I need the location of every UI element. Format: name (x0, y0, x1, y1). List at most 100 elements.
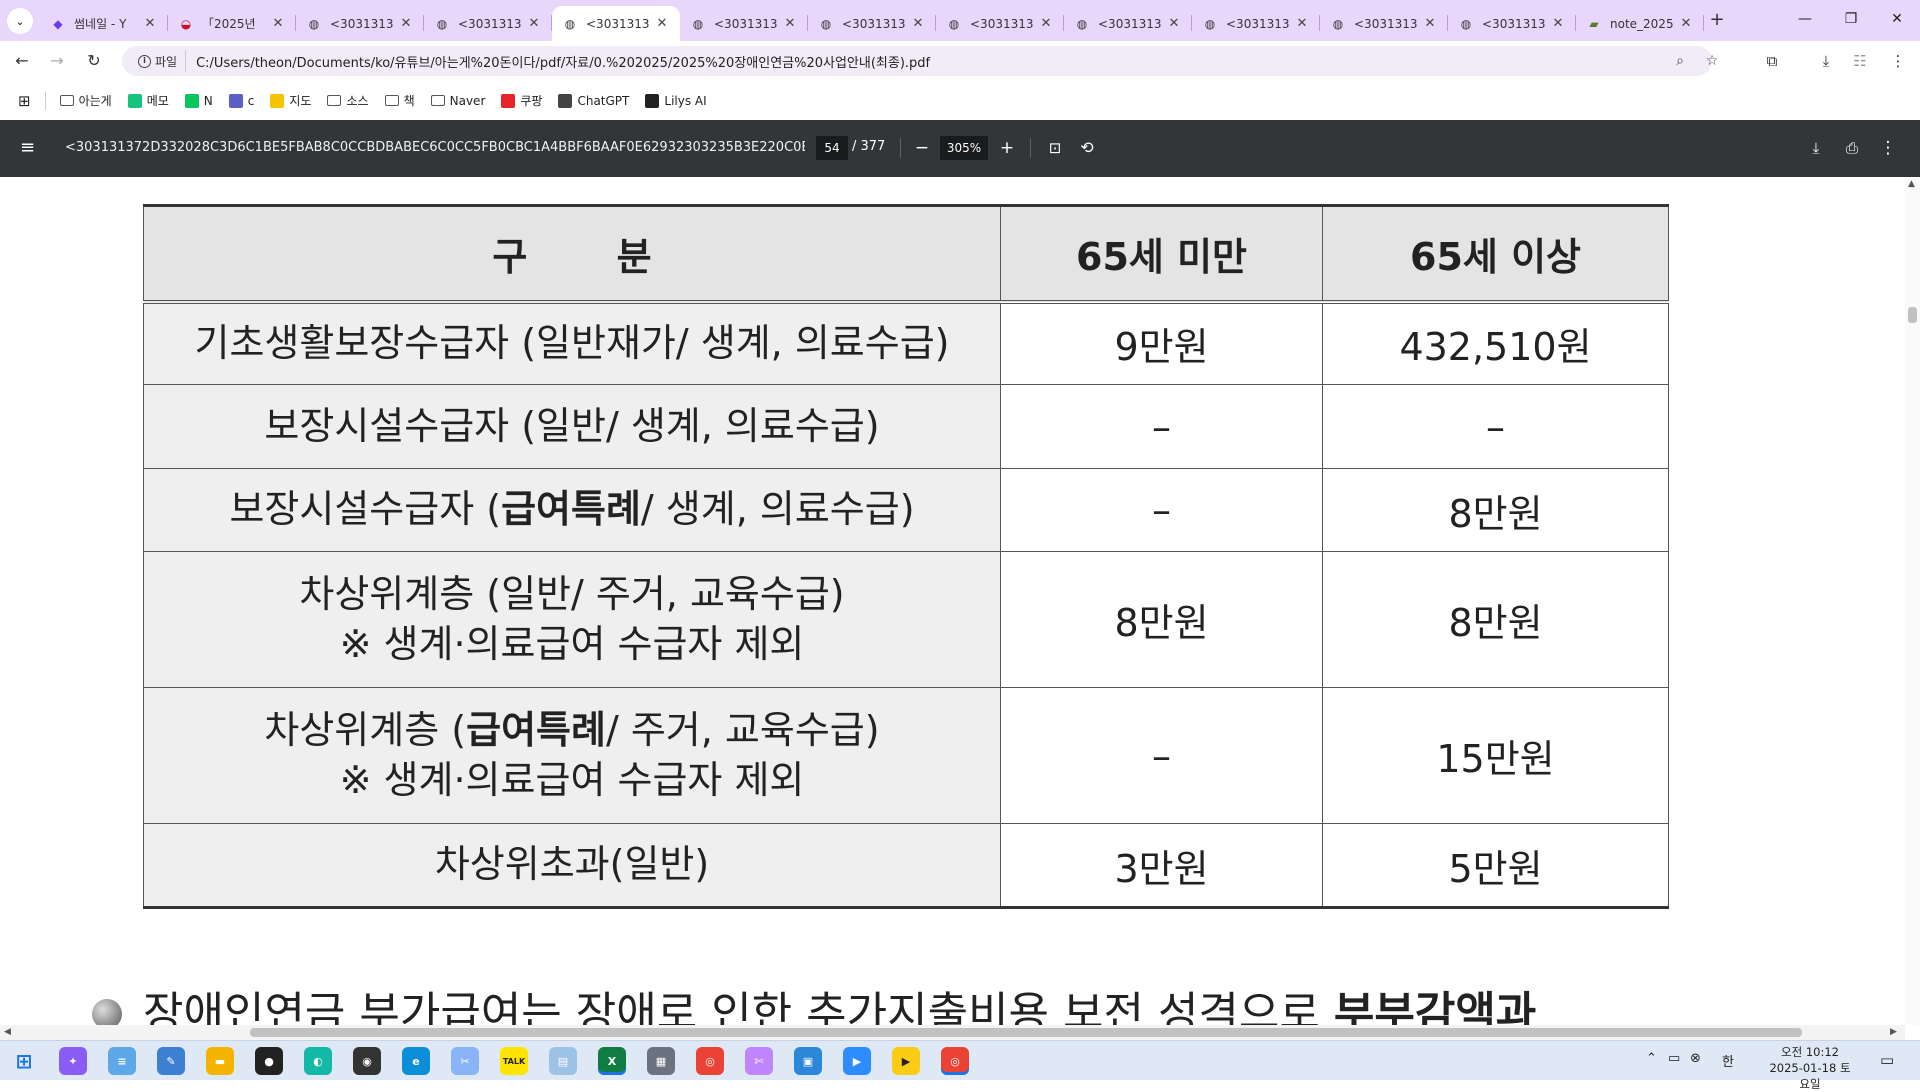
bookmark-1[interactable]: 메모 (127, 92, 169, 109)
copilot-icon[interactable]: ✦ (59, 1047, 87, 1075)
profile-icon[interactable]: ☷ (1846, 47, 1874, 75)
tab-close-icon[interactable]: ✕ (270, 16, 286, 31)
tab-1[interactable]: ◒ 「2025년 ✕ (168, 6, 296, 41)
print-icon[interactable]: ⎙ (1840, 136, 1864, 160)
bookmark-7[interactable]: Naver (430, 94, 485, 108)
tab-close-icon[interactable]: ✕ (398, 16, 414, 31)
bookmark-8[interactable]: 쿠팡 (501, 92, 542, 109)
scroll-right-arrow-icon[interactable]: ▶ (1890, 1027, 1897, 1037)
chrome-icon[interactable]: ◎ (696, 1047, 724, 1075)
horizontal-scrollbar[interactable]: ◀ ▶ (0, 1025, 1905, 1040)
clock[interactable]: 오전 10:12 2025-01-18 토요일 (1768, 1044, 1852, 1092)
tab-close-icon[interactable]: ✕ (526, 16, 542, 31)
bookmark-6[interactable]: 책 (384, 92, 415, 109)
bookmark-5[interactable]: 소스 (327, 92, 369, 109)
files-icon[interactable]: ≡ (108, 1047, 136, 1075)
paper-icon[interactable]: ▤ (549, 1047, 577, 1075)
store-icon[interactable]: ▣ (794, 1047, 822, 1075)
zoom-out-button[interactable]: − (910, 136, 934, 160)
extensions-icon[interactable]: ⧉ (1758, 47, 1786, 75)
rotate-icon[interactable]: ⟲ (1075, 136, 1099, 160)
horizontal-scroll-thumb[interactable] (250, 1028, 1802, 1037)
tray-device-icon[interactable]: ▭ (1668, 1051, 1680, 1066)
tab-close-icon[interactable]: ✕ (1038, 16, 1054, 31)
file-explorer-icon[interactable]: ▬ (206, 1047, 234, 1075)
player-icon[interactable]: ▶ (892, 1047, 920, 1075)
category-label: 차상위계층 (일반/ 주거, 교육수급) (144, 570, 1000, 619)
calculator-icon[interactable]: ▦ (647, 1047, 675, 1075)
tab-close-icon[interactable]: ✕ (1422, 16, 1438, 31)
tab-5[interactable]: ◍ <3031313 ✕ (680, 6, 808, 41)
tab-2[interactable]: ◍ <3031313 ✕ (296, 6, 424, 41)
close-window-button[interactable]: ✕ (1874, 0, 1920, 41)
page-number-input[interactable]: 54 (816, 136, 848, 160)
bookmark-2[interactable]: N (184, 93, 213, 108)
excel-icon[interactable]: X (598, 1047, 626, 1075)
site-info-chip[interactable]: i 파일 (130, 50, 187, 72)
bookmark-10[interactable]: Lilys AI (645, 93, 707, 108)
tab-3[interactable]: ◍ <3031313 ✕ (424, 6, 552, 41)
record-icon[interactable]: ● (255, 1047, 283, 1075)
tool-icon[interactable]: ✂ (451, 1047, 479, 1075)
ime-indicator[interactable]: 한 (1722, 1051, 1734, 1070)
tab-7[interactable]: ◍ <3031313 ✕ (936, 6, 1064, 41)
tab-10[interactable]: ◍ <3031313 ✕ (1320, 6, 1448, 41)
fit-page-icon[interactable]: ⊡ (1043, 136, 1067, 160)
tab-close-icon[interactable]: ✕ (1550, 16, 1566, 31)
zoom-icon[interactable]: ▶ (843, 1047, 871, 1075)
notepad-icon[interactable]: ✎ (157, 1047, 185, 1075)
tab-8[interactable]: ◍ <3031313 ✕ (1064, 6, 1192, 41)
davinci-icon[interactable]: ◉ (353, 1047, 381, 1075)
clipchamp-icon[interactable]: ◐ (304, 1047, 332, 1075)
tab-9[interactable]: ◍ <3031313 ✕ (1192, 6, 1320, 41)
minimize-button[interactable]: — (1782, 0, 1828, 41)
forward-button[interactable]: → (43, 47, 71, 75)
tab-4[interactable]: ◍ <3031313 ✕ (552, 6, 680, 41)
bookmark-star-icon[interactable]: ☆ (1698, 46, 1726, 76)
tab-6[interactable]: ◍ <3031313 ✕ (808, 6, 936, 41)
edge-icon[interactable]: e (402, 1047, 430, 1075)
address-bar[interactable]: i 파일 C:/Users/theon/Documents/ko/유튜브/아는게… (122, 46, 1718, 76)
tab-search-button[interactable]: ⌄ (7, 8, 33, 34)
tab-close-icon[interactable]: ✕ (1166, 16, 1182, 31)
tab-close-icon[interactable]: ✕ (782, 16, 798, 31)
tab-close-icon[interactable]: ✕ (910, 16, 926, 31)
tray-mute-icon[interactable]: ⊗ (1690, 1051, 1701, 1066)
pdf-more-icon[interactable]: ⋮ (1876, 136, 1900, 160)
notification-icon[interactable]: ▭ (1880, 1051, 1894, 1069)
tab-close-icon[interactable]: ✕ (142, 16, 158, 31)
restore-button[interactable]: ❐ (1828, 0, 1874, 41)
sidebar-menu-icon[interactable]: ≡ (20, 138, 35, 158)
kakaotalk-icon[interactable]: TALK (500, 1047, 528, 1075)
download-icon[interactable]: ⤓ (1812, 47, 1840, 75)
tray-chevron-icon[interactable]: ⌃ (1646, 1051, 1657, 1066)
tab-close-icon[interactable]: ✕ (1678, 16, 1694, 31)
snipping-icon[interactable]: ✄ (745, 1047, 773, 1075)
tab-0[interactable]: ◆ 썸네일 - Y ✕ (40, 6, 168, 41)
bookmark-3[interactable]: c (228, 93, 254, 108)
bookmark-0[interactable]: 아는게 (59, 92, 112, 109)
bookmark-9[interactable]: ChatGPT (558, 93, 629, 108)
vertical-scroll-thumb[interactable] (1908, 307, 1917, 323)
zoom-input[interactable]: 305% (940, 136, 988, 160)
tab-close-icon[interactable]: ✕ (1294, 16, 1310, 31)
tab-close-icon[interactable]: ✕ (654, 16, 670, 31)
bookmark-4[interactable]: 지도 (270, 92, 311, 109)
tab-title: <3031313 (1482, 16, 1546, 31)
tab-12[interactable]: ▰ note_2025 ✕ (1576, 6, 1704, 41)
vertical-scrollbar[interactable]: ▲ (1905, 177, 1920, 1025)
tab-11[interactable]: ◍ <3031313 ✕ (1448, 6, 1576, 41)
pdf-download-icon[interactable]: ⤓ (1804, 136, 1828, 160)
back-button[interactable]: ← (8, 47, 36, 75)
zoom-in-button[interactable]: + (995, 136, 1019, 160)
chrome-active-icon[interactable]: ◎ (941, 1047, 969, 1075)
more-menu-icon[interactable]: ⋮ (1884, 47, 1912, 75)
apps-grid-icon[interactable]: ⊞ (18, 92, 31, 110)
url-text[interactable]: C:/Users/theon/Documents/ko/유튜브/아는게%20돈이… (196, 52, 930, 71)
zoom-icon[interactable]: ⌕ (1666, 46, 1694, 76)
scroll-up-arrow-icon[interactable]: ▲ (1908, 179, 1915, 189)
new-tab-button[interactable]: + (1704, 8, 1730, 34)
windows-start-icon[interactable]: ⊞ (10, 1047, 38, 1075)
scroll-left-arrow-icon[interactable]: ◀ (4, 1027, 11, 1037)
reload-button[interactable]: ↻ (80, 47, 108, 75)
